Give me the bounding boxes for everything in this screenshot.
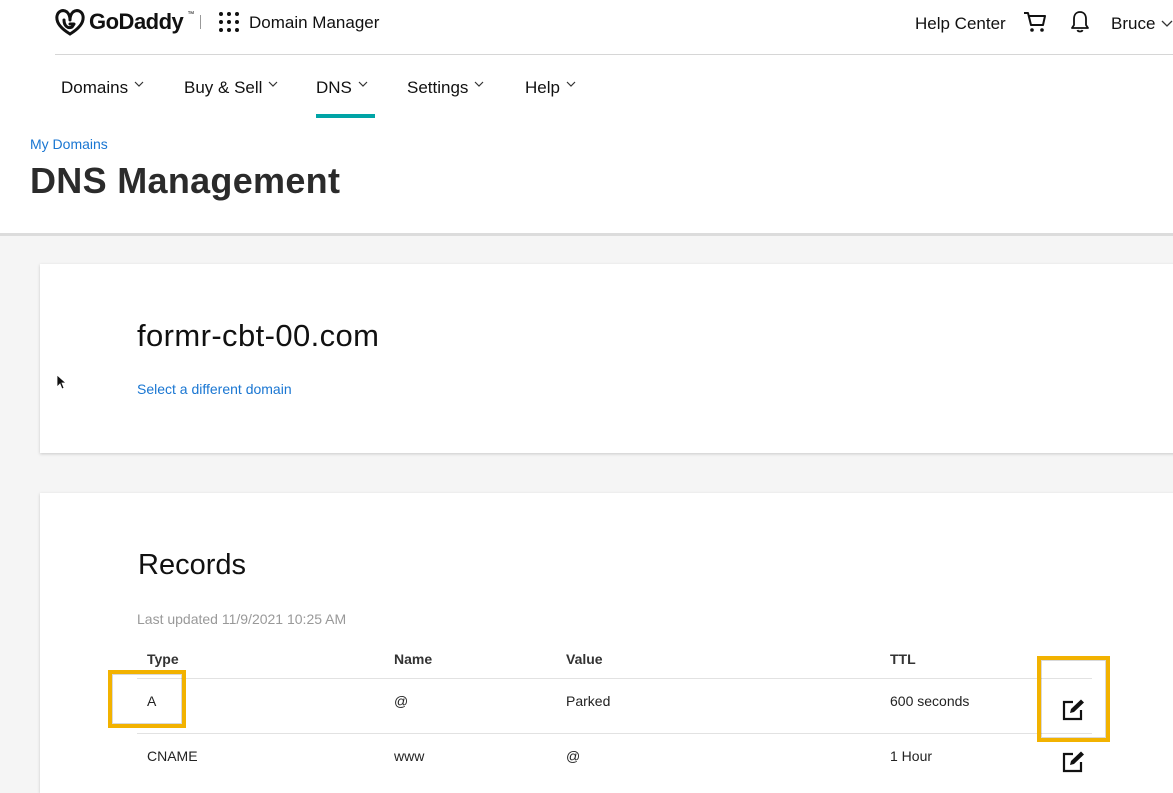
- nav-label: Domains: [61, 78, 129, 97]
- product-name: Domain Manager: [249, 13, 380, 32]
- breadcrumb-my-domains[interactable]: My Domains: [30, 136, 108, 152]
- record-value: Parked: [566, 693, 611, 709]
- row-divider: [137, 678, 1092, 679]
- cart-icon[interactable]: [1023, 11, 1047, 38]
- edit-icon: [1062, 751, 1084, 773]
- top-header: GoDaddy ™ Domain Manager Help Center Bruc…: [0, 0, 1173, 236]
- highlight-type-cell: [108, 670, 186, 728]
- chevron-down-icon: [1161, 20, 1173, 27]
- nav-dns[interactable]: DNS: [316, 78, 375, 118]
- records-card: Records Last updated 11/9/2021 10:25 AM …: [40, 493, 1173, 793]
- record-name: www: [394, 748, 425, 764]
- column-header-name[interactable]: Name: [394, 651, 432, 667]
- help-center-link[interactable]: Help Center: [915, 14, 1006, 34]
- bell-icon[interactable]: [1070, 10, 1090, 39]
- record-ttl: 1 Hour: [890, 748, 933, 764]
- nav-label: Settings: [407, 78, 469, 97]
- godaddy-logo-icon: [55, 9, 85, 36]
- chevron-down-icon: [475, 81, 484, 87]
- nav-domains[interactable]: Domains: [61, 78, 144, 118]
- domain-name: formr-cbt-00.com: [137, 318, 380, 353]
- record-name: @: [394, 693, 409, 709]
- edit-record-button[interactable]: [1062, 751, 1086, 778]
- apps-grid-icon[interactable]: [219, 12, 239, 32]
- column-header-ttl[interactable]: TTL: [890, 651, 916, 667]
- chevron-down-icon: [134, 81, 144, 87]
- record-ttl: 600 seconds: [890, 693, 970, 709]
- page-title: DNS Management: [30, 160, 341, 201]
- chevron-down-icon: [269, 81, 278, 87]
- column-header-value[interactable]: Value: [566, 651, 603, 667]
- domain-card: formr-cbt-00.com Select a different doma…: [40, 264, 1173, 453]
- chevron-down-icon: [566, 81, 576, 87]
- row-divider: [137, 733, 1092, 734]
- last-updated: Last updated 11/9/2021 10:25 AM: [137, 611, 347, 627]
- trademark: ™: [187, 10, 195, 18]
- chevron-down-icon: [358, 81, 368, 87]
- select-different-domain-link[interactable]: Select a different domain: [137, 381, 292, 397]
- godaddy-logo[interactable]: GoDaddy ™: [55, 8, 194, 36]
- nav-label: DNS: [316, 78, 352, 97]
- header-separator: [55, 54, 1173, 55]
- user-menu[interactable]: Bruce: [1111, 14, 1173, 34]
- record-type: CNAME: [147, 748, 198, 764]
- highlight-edit-button: [1037, 656, 1110, 742]
- mouse-cursor-icon: [56, 374, 68, 395]
- records-title: Records: [138, 549, 246, 581]
- nav-label: Buy & Sell: [184, 78, 263, 97]
- column-header-type[interactable]: Type: [147, 651, 179, 667]
- record-value: @: [566, 748, 581, 764]
- nav-settings[interactable]: Settings: [407, 78, 484, 118]
- user-name: Bruce: [1111, 14, 1156, 33]
- brand-name: GoDaddy: [89, 9, 184, 34]
- nav-help[interactable]: Help: [525, 78, 576, 118]
- nav-label: Help: [525, 78, 560, 97]
- nav-buy-sell[interactable]: Buy & Sell: [184, 78, 278, 118]
- header-divider: [200, 15, 201, 29]
